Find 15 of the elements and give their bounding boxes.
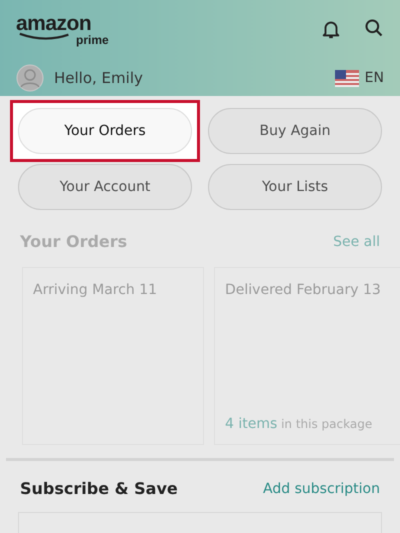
search-icon[interactable] [364, 18, 384, 38]
prime-logo[interactable]: amazon prime [16, 12, 116, 48]
language-label[interactable]: EN [364, 70, 384, 86]
order-status: Arriving March 11 [33, 282, 158, 298]
quick-button[interactable]: Your Lists [208, 164, 382, 210]
quick-button[interactable]: Your Orders [18, 108, 192, 154]
flag-icon[interactable] [334, 70, 359, 86]
quick-button[interactable]: Your Account [18, 164, 192, 210]
package-note: 4 items in this package [225, 416, 374, 432]
section-title: Your Orders [20, 232, 128, 251]
section-title: Subscribe & Save [20, 479, 178, 498]
add-subscription-link[interactable]: Add subscription [263, 480, 380, 496]
quick-button[interactable]: Buy Again [208, 108, 382, 154]
order-status: Delivered February 13 [225, 282, 382, 298]
greeting-text: Hello, Emily [54, 69, 143, 87]
